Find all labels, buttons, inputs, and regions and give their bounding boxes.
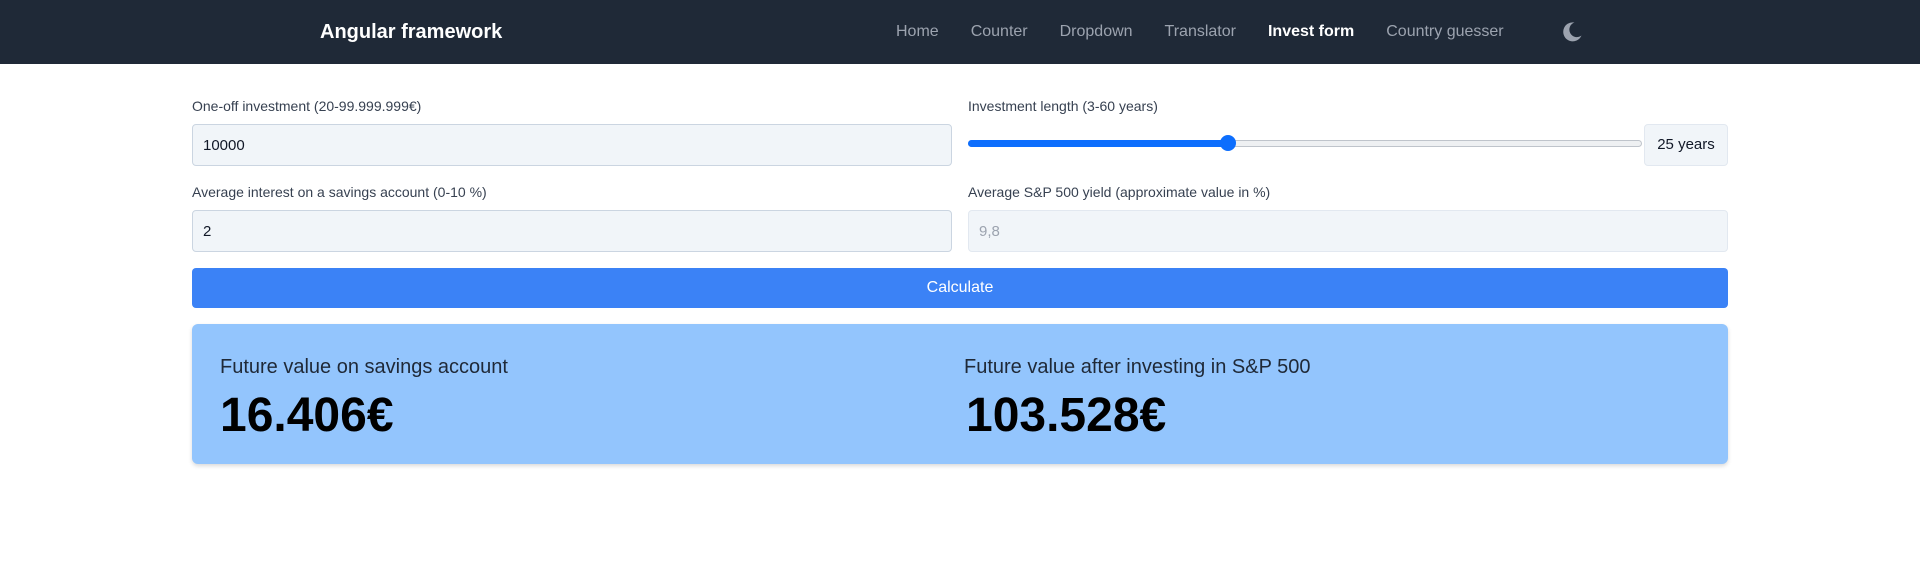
nav-link-home[interactable]: Home [896, 23, 939, 41]
nav-link-country-guesser[interactable]: Country guesser [1386, 23, 1503, 41]
one-off-investment-label: One-off investment (20-99.999.999€) [192, 98, 422, 114]
savings-interest-input[interactable] [192, 210, 952, 252]
investment-length-slider[interactable] [968, 126, 1644, 166]
investment-length-label: Investment length (3-60 years) [968, 98, 1158, 114]
nav-link-invest-form[interactable]: Invest form [1268, 23, 1354, 41]
sp500-future-value-title: Future value after investing in S&P 500 [964, 356, 1311, 378]
nav-link-counter[interactable]: Counter [971, 23, 1028, 41]
nav-link-dropdown[interactable]: Dropdown [1060, 23, 1133, 41]
nav-links: Home Counter Dropdown Translator Invest … [896, 0, 1504, 64]
slider-fill [968, 140, 1228, 147]
slider-thumb[interactable] [1220, 135, 1236, 151]
savings-future-value-title: Future value on savings account [220, 356, 508, 378]
sp500-future-value: 103.528€ [966, 389, 1167, 442]
nav-link-translator[interactable]: Translator [1165, 23, 1236, 41]
moon-icon[interactable] [1560, 20, 1584, 44]
results-panel: Future value on savings account 16.406€ … [192, 324, 1728, 464]
brand-title[interactable]: Angular framework [320, 0, 502, 64]
savings-interest-label: Average interest on a savings account (0… [192, 184, 487, 200]
investment-length-value: 25 years [1644, 124, 1728, 166]
calculate-button[interactable]: Calculate [192, 268, 1728, 308]
navbar: Angular framework Home Counter Dropdown … [0, 0, 1920, 64]
sp500-yield-input[interactable] [968, 210, 1728, 252]
one-off-investment-input[interactable] [192, 124, 952, 166]
savings-future-value: 16.406€ [220, 389, 394, 442]
sp500-yield-label: Average S&P 500 yield (approximate value… [968, 184, 1271, 200]
